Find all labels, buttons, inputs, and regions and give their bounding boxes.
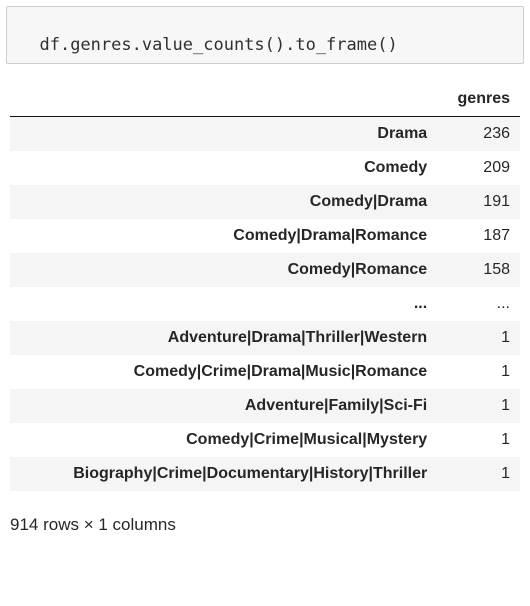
row-index: Adventure|Drama|Thriller|Western: [10, 321, 437, 355]
row-index: Comedy|Romance: [10, 253, 437, 287]
row-value: 1: [437, 457, 520, 491]
row-value: 1: [437, 423, 520, 457]
output-area: genres Drama236 Comedy209 Comedy|Drama19…: [0, 64, 530, 501]
row-index: Biography|Crime|Documentary|History|Thri…: [10, 457, 437, 491]
row-index: Comedy: [10, 151, 437, 185]
row-value: 236: [437, 117, 520, 152]
table-row: Adventure|Drama|Thriller|Western1: [10, 321, 520, 355]
row-index: Comedy|Crime|Drama|Music|Romance: [10, 355, 437, 389]
table-row: Comedy209: [10, 151, 520, 185]
table-row: Comedy|Romance158: [10, 253, 520, 287]
row-value: 158: [437, 253, 520, 287]
index-header-blank: [10, 82, 437, 117]
dataframe-dimensions: 914 rows × 1 columns: [0, 501, 530, 545]
row-index: Comedy|Crime|Musical|Mystery: [10, 423, 437, 457]
table-row: Drama236: [10, 117, 520, 152]
table-row: Comedy|Crime|Musical|Mystery1: [10, 423, 520, 457]
table-row: Comedy|Drama|Romance187: [10, 219, 520, 253]
row-index: Drama: [10, 117, 437, 152]
table-row: ......: [10, 287, 520, 321]
row-index: Comedy|Drama|Romance: [10, 219, 437, 253]
code-input-cell[interactable]: df.genres.value_counts().to_frame(): [6, 6, 524, 64]
row-index: ...: [10, 287, 437, 321]
row-value: 1: [437, 355, 520, 389]
row-value: ...: [437, 287, 520, 321]
row-value: 209: [437, 151, 520, 185]
table-row: Comedy|Drama191: [10, 185, 520, 219]
row-value: 1: [437, 389, 520, 423]
row-value: 187: [437, 219, 520, 253]
table-row: Biography|Crime|Documentary|History|Thri…: [10, 457, 520, 491]
row-index: Adventure|Family|Sci-Fi: [10, 389, 437, 423]
row-value: 1: [437, 321, 520, 355]
table-row: Comedy|Crime|Drama|Music|Romance1: [10, 355, 520, 389]
code-text: df.genres.value_counts().to_frame(): [39, 35, 397, 55]
table-body: Drama236 Comedy209 Comedy|Drama191 Comed…: [10, 117, 520, 492]
row-index: Comedy|Drama: [10, 185, 437, 219]
dataframe-table: genres Drama236 Comedy209 Comedy|Drama19…: [10, 82, 520, 491]
table-row: Adventure|Family|Sci-Fi1: [10, 389, 520, 423]
row-value: 191: [437, 185, 520, 219]
column-header: genres: [437, 82, 520, 117]
